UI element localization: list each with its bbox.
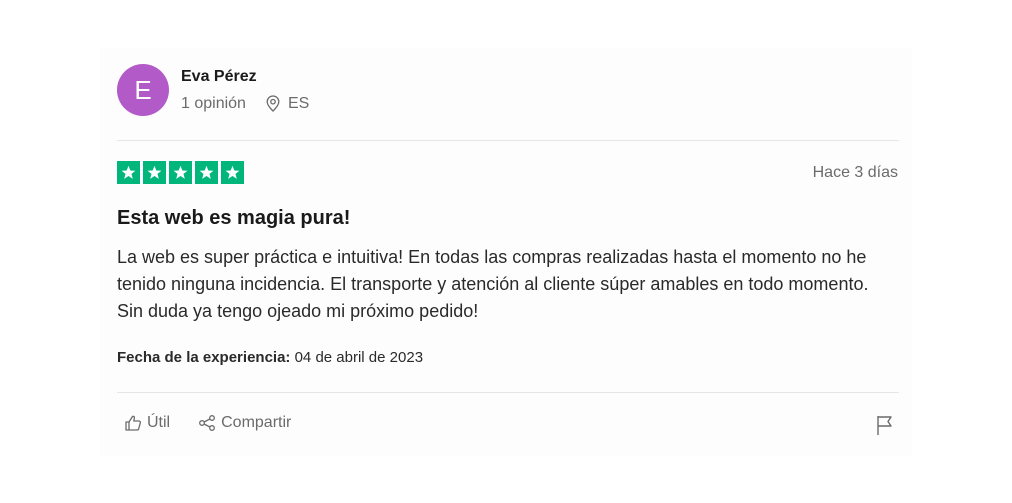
thumbs-up-icon <box>125 415 142 431</box>
location-pin-icon <box>266 95 280 112</box>
reviewer-info: Eva Pérez 1 opinión ES <box>181 68 309 113</box>
reviewer-location: ES <box>266 95 309 113</box>
reviewer-header: E Eva Pérez 1 opinión ES <box>117 64 309 116</box>
star-icon <box>117 161 140 184</box>
star-icon <box>221 161 244 184</box>
star-icon <box>195 161 218 184</box>
avatar-initial: E <box>134 74 152 105</box>
experience-date-value: 04 de abril de 2023 <box>294 349 424 366</box>
star-rating <box>117 161 247 184</box>
experience-label: Fecha de la experiencia: <box>117 349 291 366</box>
report-button[interactable] <box>876 414 894 441</box>
country-code: ES <box>287 94 310 112</box>
share-icon <box>199 415 216 431</box>
review-card: E Eva Pérez 1 opinión ES Hace 3 días Est… <box>100 48 912 456</box>
review-date: Hace 3 días <box>812 164 898 181</box>
share-label: Compartir <box>221 414 292 431</box>
review-body: La web es super práctica e intuitiva! En… <box>117 247 869 321</box>
useful-button[interactable]: Útil <box>124 414 170 432</box>
experience-date: Fecha de la experiencia: 04 de abril de … <box>117 349 423 366</box>
footer-divider <box>117 392 899 393</box>
reviewer-name[interactable]: Eva Pérez <box>181 68 309 86</box>
flag-icon <box>877 416 892 435</box>
star-icon <box>169 161 192 184</box>
share-button[interactable]: Compartir <box>198 414 291 432</box>
review-title: Esta web es magia pura! <box>117 207 351 229</box>
reviews-count: 1 opinión <box>181 94 246 112</box>
reviewer-meta: 1 opinión ES <box>181 95 309 113</box>
review-actions: Útil Compartir <box>124 414 319 432</box>
useful-label: Útil <box>147 414 171 431</box>
avatar[interactable]: E <box>117 64 169 116</box>
header-divider <box>117 140 899 141</box>
star-icon <box>143 161 166 184</box>
